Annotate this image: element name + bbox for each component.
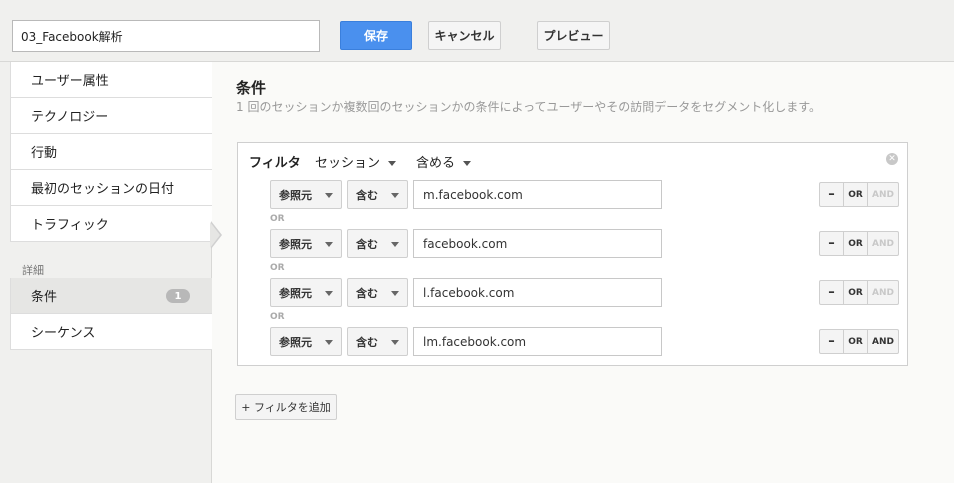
and-button[interactable]: AND <box>868 183 898 206</box>
filter-label: フィルタ <box>249 156 301 171</box>
row-controls: – OR AND <box>819 329 899 354</box>
remove-condition-button[interactable]: – <box>820 183 844 206</box>
sidebar-item-label: 条件 <box>31 290 58 305</box>
remove-condition-button[interactable]: – <box>820 232 844 255</box>
filter-scope-label: セッション <box>315 156 381 171</box>
row-controls: – OR AND <box>819 182 899 207</box>
operator-select[interactable]: 含む <box>347 180 408 209</box>
add-filter-button[interactable]: + フィルタを追加 <box>235 394 337 420</box>
chevron-down-icon <box>391 193 399 198</box>
filter-mode-dropdown[interactable]: 含める <box>416 152 472 171</box>
operator-select[interactable]: 含む <box>347 229 408 258</box>
filter-value-input[interactable] <box>413 278 662 307</box>
filter-mode-label: 含める <box>416 156 456 171</box>
dimension-label: 参照元 <box>279 335 312 349</box>
dimension-label: 参照元 <box>279 286 312 300</box>
or-button[interactable]: OR <box>844 330 868 353</box>
filter-value-input[interactable] <box>413 229 662 258</box>
operator-label: 含む <box>356 237 378 251</box>
operator-label: 含む <box>356 335 378 349</box>
dimension-label: 参照元 <box>279 237 312 251</box>
row-controls: – OR AND <box>819 280 899 305</box>
or-separator: OR <box>270 312 285 322</box>
chevron-down-icon <box>463 161 472 166</box>
filter-value-input[interactable] <box>413 327 662 356</box>
dimension-select[interactable]: 参照元 <box>270 278 342 307</box>
filter-panel: フィルタ セッション 含める ✕ 参照元 含む – OR AND OR 参照元 … <box>237 142 908 366</box>
chevron-down-icon <box>325 291 333 296</box>
page-title: 条件 <box>236 79 267 97</box>
sidebar-item-technology[interactable]: テクノロジー <box>10 98 212 134</box>
or-button[interactable]: OR <box>844 183 868 206</box>
sidebar-section-advanced: 詳細 <box>22 264 44 277</box>
preview-button[interactable]: プレビュー <box>537 21 610 50</box>
and-button[interactable]: AND <box>868 330 898 353</box>
operator-select[interactable]: 含む <box>347 327 408 356</box>
dimension-select[interactable]: 参照元 <box>270 229 342 258</box>
or-separator: OR <box>270 263 285 273</box>
operator-select[interactable]: 含む <box>347 278 408 307</box>
operator-label: 含む <box>356 188 378 202</box>
row-controls: – OR AND <box>819 231 899 256</box>
toolbar: 保存 キャンセル プレビュー <box>0 0 954 62</box>
active-pointer <box>210 222 220 248</box>
remove-condition-button[interactable]: – <box>820 281 844 304</box>
count-badge: 1 <box>166 289 190 303</box>
chevron-down-icon <box>325 340 333 345</box>
save-button[interactable]: 保存 <box>340 21 412 50</box>
dimension-select[interactable]: 参照元 <box>270 327 342 356</box>
dimension-select[interactable]: 参照元 <box>270 180 342 209</box>
sidebar-item-behavior[interactable]: 行動 <box>10 134 212 170</box>
dimension-label: 参照元 <box>279 188 312 202</box>
chevron-down-icon <box>391 242 399 247</box>
or-separator: OR <box>270 214 285 224</box>
filter-value-input[interactable] <box>413 180 662 209</box>
or-button[interactable]: OR <box>844 232 868 255</box>
operator-label: 含む <box>356 286 378 300</box>
sidebar-item-first-session-date[interactable]: 最初のセッションの日付 <box>10 170 212 206</box>
chevron-down-icon <box>391 291 399 296</box>
chevron-down-icon <box>325 242 333 247</box>
cancel-button[interactable]: キャンセル <box>428 21 501 50</box>
and-button[interactable]: AND <box>868 281 898 304</box>
sidebar-item-traffic[interactable]: トラフィック <box>10 206 212 242</box>
sidebar: ユーザー属性 テクノロジー 行動 最初のセッションの日付 トラフィック 詳細 条… <box>0 62 212 483</box>
filter-scope-dropdown[interactable]: セッション <box>315 152 397 171</box>
and-button[interactable]: AND <box>868 232 898 255</box>
sidebar-item-demographics[interactable]: ユーザー属性 <box>10 62 212 98</box>
remove-condition-button[interactable]: – <box>820 330 844 353</box>
chevron-down-icon <box>391 340 399 345</box>
close-icon[interactable]: ✕ <box>886 153 898 165</box>
or-button[interactable]: OR <box>844 281 868 304</box>
sidebar-item-conditions[interactable]: 条件 1 <box>10 278 212 314</box>
chevron-down-icon <box>388 161 397 166</box>
sidebar-item-sequences[interactable]: シーケンス <box>10 314 212 350</box>
page-description: 1 回のセッションか複数回のセッションかの条件によってユーザーやその訪問データを… <box>236 100 822 114</box>
segment-name-input[interactable] <box>12 20 320 52</box>
chevron-down-icon <box>325 193 333 198</box>
